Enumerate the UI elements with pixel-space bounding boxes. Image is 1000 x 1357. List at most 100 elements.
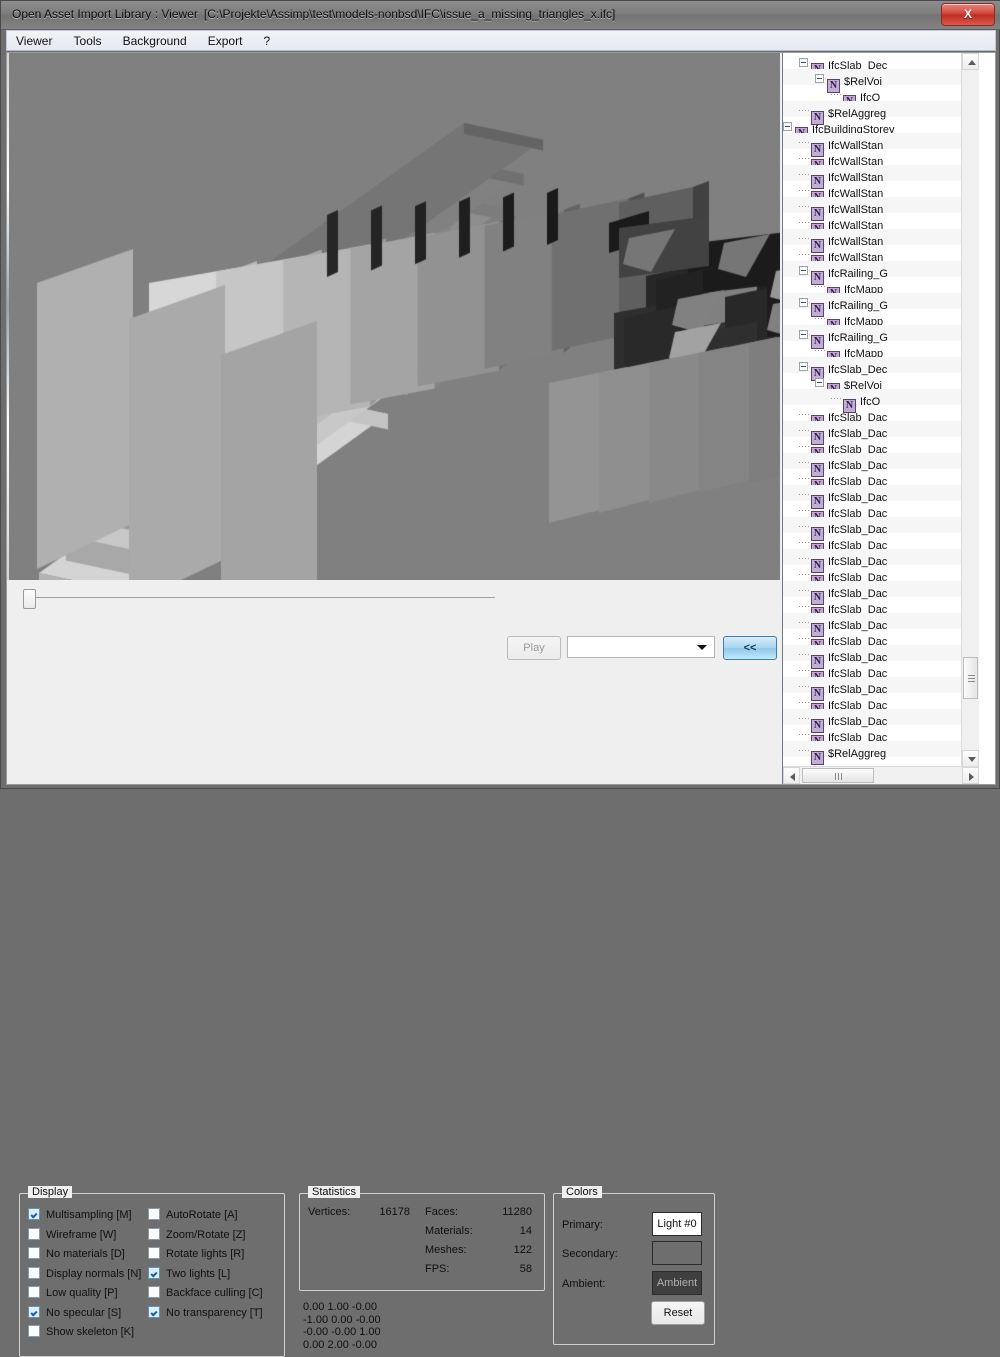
menu-item-help[interactable]: ? [254,31,279,51]
tree-collapse-icon[interactable] [815,378,824,387]
3d-render-canvas[interactable] [9,53,780,580]
checkbox-zoom-rotate-z[interactable]: Zoom/Rotate [Z] [148,1228,245,1247]
tree-vscroll-thumb[interactable] [963,657,978,699]
tree-collapse-icon[interactable] [783,122,792,131]
tree-node[interactable]: NIfcWallStan [783,181,979,197]
scroll-left-icon[interactable] [783,767,800,784]
tree-node[interactable]: NIfcMapp [783,309,979,325]
checkbox-icon[interactable] [148,1286,160,1298]
checkbox-icon[interactable] [28,1267,40,1279]
scroll-up-icon[interactable] [962,53,979,70]
tree-node[interactable]: NIfcSlab_Dac [783,421,979,437]
tree-node[interactable]: N$RelAggreg [783,101,979,117]
scene-tree-scroll-area[interactable]: NIfcSlab_DecN$RelVoiNIfcON$RelAggregNIfc… [783,53,979,767]
tree-collapse-icon[interactable] [799,58,808,67]
tree-node[interactable]: NIfcMapp [783,341,979,357]
tree-node[interactable]: NIfcRailing_G [783,293,979,309]
checkbox-multisampling-m[interactable]: Multisampling [M] [28,1208,132,1227]
animation-select[interactable] [567,636,715,658]
scroll-down-icon[interactable] [962,750,979,767]
tree-node[interactable]: NIfcSlab_Dac [783,677,979,693]
checkbox-icon[interactable] [28,1325,40,1337]
tree-node[interactable]: NIfcSlab_Dac [783,469,979,485]
menu-item-tools[interactable]: Tools [65,31,111,51]
tree-node[interactable]: NIfcO [783,389,979,405]
secondary-color-swatch[interactable] [652,1241,702,1265]
checkbox-show-skeleton-k[interactable]: Show skeleton [K] [28,1325,134,1344]
checkbox-no-materials-d[interactable]: No materials [D] [28,1247,125,1266]
tree-node[interactable]: NIfcSlab_Dac [783,629,979,645]
tree-node[interactable]: NIfcSlab_Dec [783,357,979,373]
tree-node[interactable]: NIfcWallStan [783,213,979,229]
tree-node[interactable]: NIfcWallStan [783,149,979,165]
checkbox-icon[interactable] [148,1267,160,1279]
checkbox-icon[interactable] [28,1208,40,1220]
tree-collapse-icon[interactable] [799,266,808,275]
3d-viewport[interactable] [9,53,780,580]
checkbox-icon[interactable] [148,1306,160,1318]
tree-node[interactable]: NIfcWallStan [783,229,979,245]
tree-node[interactable]: NIfcSlab_Dac [783,709,979,725]
slider-thumb[interactable] [23,589,36,609]
tree-node[interactable]: NIfcSlab_Dac [783,405,979,421]
checkbox-autorotate-a[interactable]: AutoRotate [A] [148,1208,238,1227]
tree-horizontal-scrollbar[interactable] [783,766,979,784]
scroll-right-icon[interactable] [962,767,979,784]
tree-node[interactable]: NIfcBuildingStorey [783,117,979,133]
checkbox-icon[interactable] [28,1228,40,1240]
tree-node[interactable]: NIfcWallStan [783,165,979,181]
checkbox-icon[interactable] [148,1208,160,1220]
tree-node[interactable]: NIfcSlab_Dac [783,533,979,549]
tree-node[interactable]: NIfcWallStan [783,245,979,261]
checkbox-icon[interactable] [28,1247,40,1259]
tree-node[interactable]: NIfcMapp [783,277,979,293]
close-icon[interactable]: X [941,3,995,26]
tree-node[interactable]: NIfcSlab_Dac [783,661,979,677]
checkbox-icon[interactable] [148,1247,160,1259]
tree-node[interactable]: NIfcSlab_Dac [783,645,979,661]
tree-node[interactable]: NIfcSlab_Dac [783,517,979,533]
tree-node[interactable]: NIfcRailing_G [783,261,979,277]
reset-colors-button[interactable]: Reset [651,1301,705,1325]
checkbox-wireframe-w[interactable]: Wireframe [W] [28,1228,116,1247]
collapse-panel-button[interactable]: << [723,636,777,660]
tree-node[interactable]: N$RelVoi [783,373,979,389]
menu-item-background[interactable]: Background [114,31,196,51]
checkbox-two-lights-l[interactable]: Two lights [L] [148,1267,230,1286]
tree-node[interactable]: N$RelAggreg [783,741,979,757]
tree-node[interactable]: NIfcSlab_Dac [783,485,979,501]
primary-color-swatch[interactable]: Light #0 [652,1212,702,1236]
menu-item-export[interactable]: Export [199,31,252,51]
tree-node[interactable]: NIfcSlab_Dac [783,565,979,581]
checkbox-low-quality-p[interactable]: Low quality [P] [28,1286,118,1305]
tree-node[interactable]: NIfcRailing_G [783,325,979,341]
tree-node[interactable]: NIfcSlab_Dac [783,437,979,453]
tree-node[interactable]: NIfcSlab_Dac [783,597,979,613]
tree-node[interactable]: NIfcSlab_Dac [783,501,979,517]
tree-node[interactable]: N$RelVoi [783,69,979,85]
tree-node[interactable]: NIfcSlab_Dac [783,725,979,741]
tree-hscroll-thumb[interactable] [802,768,874,783]
tree-node[interactable]: NIfcSlab_Dac [783,693,979,709]
tree-node[interactable]: NIfcSlab_Dac [783,453,979,469]
checkbox-icon[interactable] [28,1286,40,1298]
tree-node[interactable]: NIfcWallStan [783,197,979,213]
checkbox-no-transparency-t[interactable]: No transparency [T] [148,1306,263,1325]
tree-node[interactable]: NIfcSlab_Dac [783,613,979,629]
tree-collapse-icon[interactable] [799,362,808,371]
checkbox-no-specular-s[interactable]: No specular [S] [28,1306,121,1325]
checkbox-backface-culling-c[interactable]: Backface culling [C] [148,1286,263,1305]
checkbox-icon[interactable] [148,1228,160,1240]
checkbox-rotate-lights-r[interactable]: Rotate lights [R] [148,1247,244,1266]
animation-slider[interactable] [19,587,499,608]
play-button[interactable]: Play [507,636,561,660]
tree-node[interactable]: NIfcSlab_Dac [783,549,979,565]
menu-item-viewer[interactable]: Viewer [7,31,61,51]
tree-node[interactable]: NIfcO [783,85,979,101]
tree-node[interactable]: NIfcSlab_Dac [783,581,979,597]
tree-node[interactable]: NIfcWallStan [783,133,979,149]
tree-collapse-icon[interactable] [815,74,824,83]
tree-node[interactable]: NIfcSlab_Dec [783,53,979,69]
checkbox-icon[interactable] [28,1306,40,1318]
checkbox-display-normals-n[interactable]: Display normals [N] [28,1267,141,1286]
